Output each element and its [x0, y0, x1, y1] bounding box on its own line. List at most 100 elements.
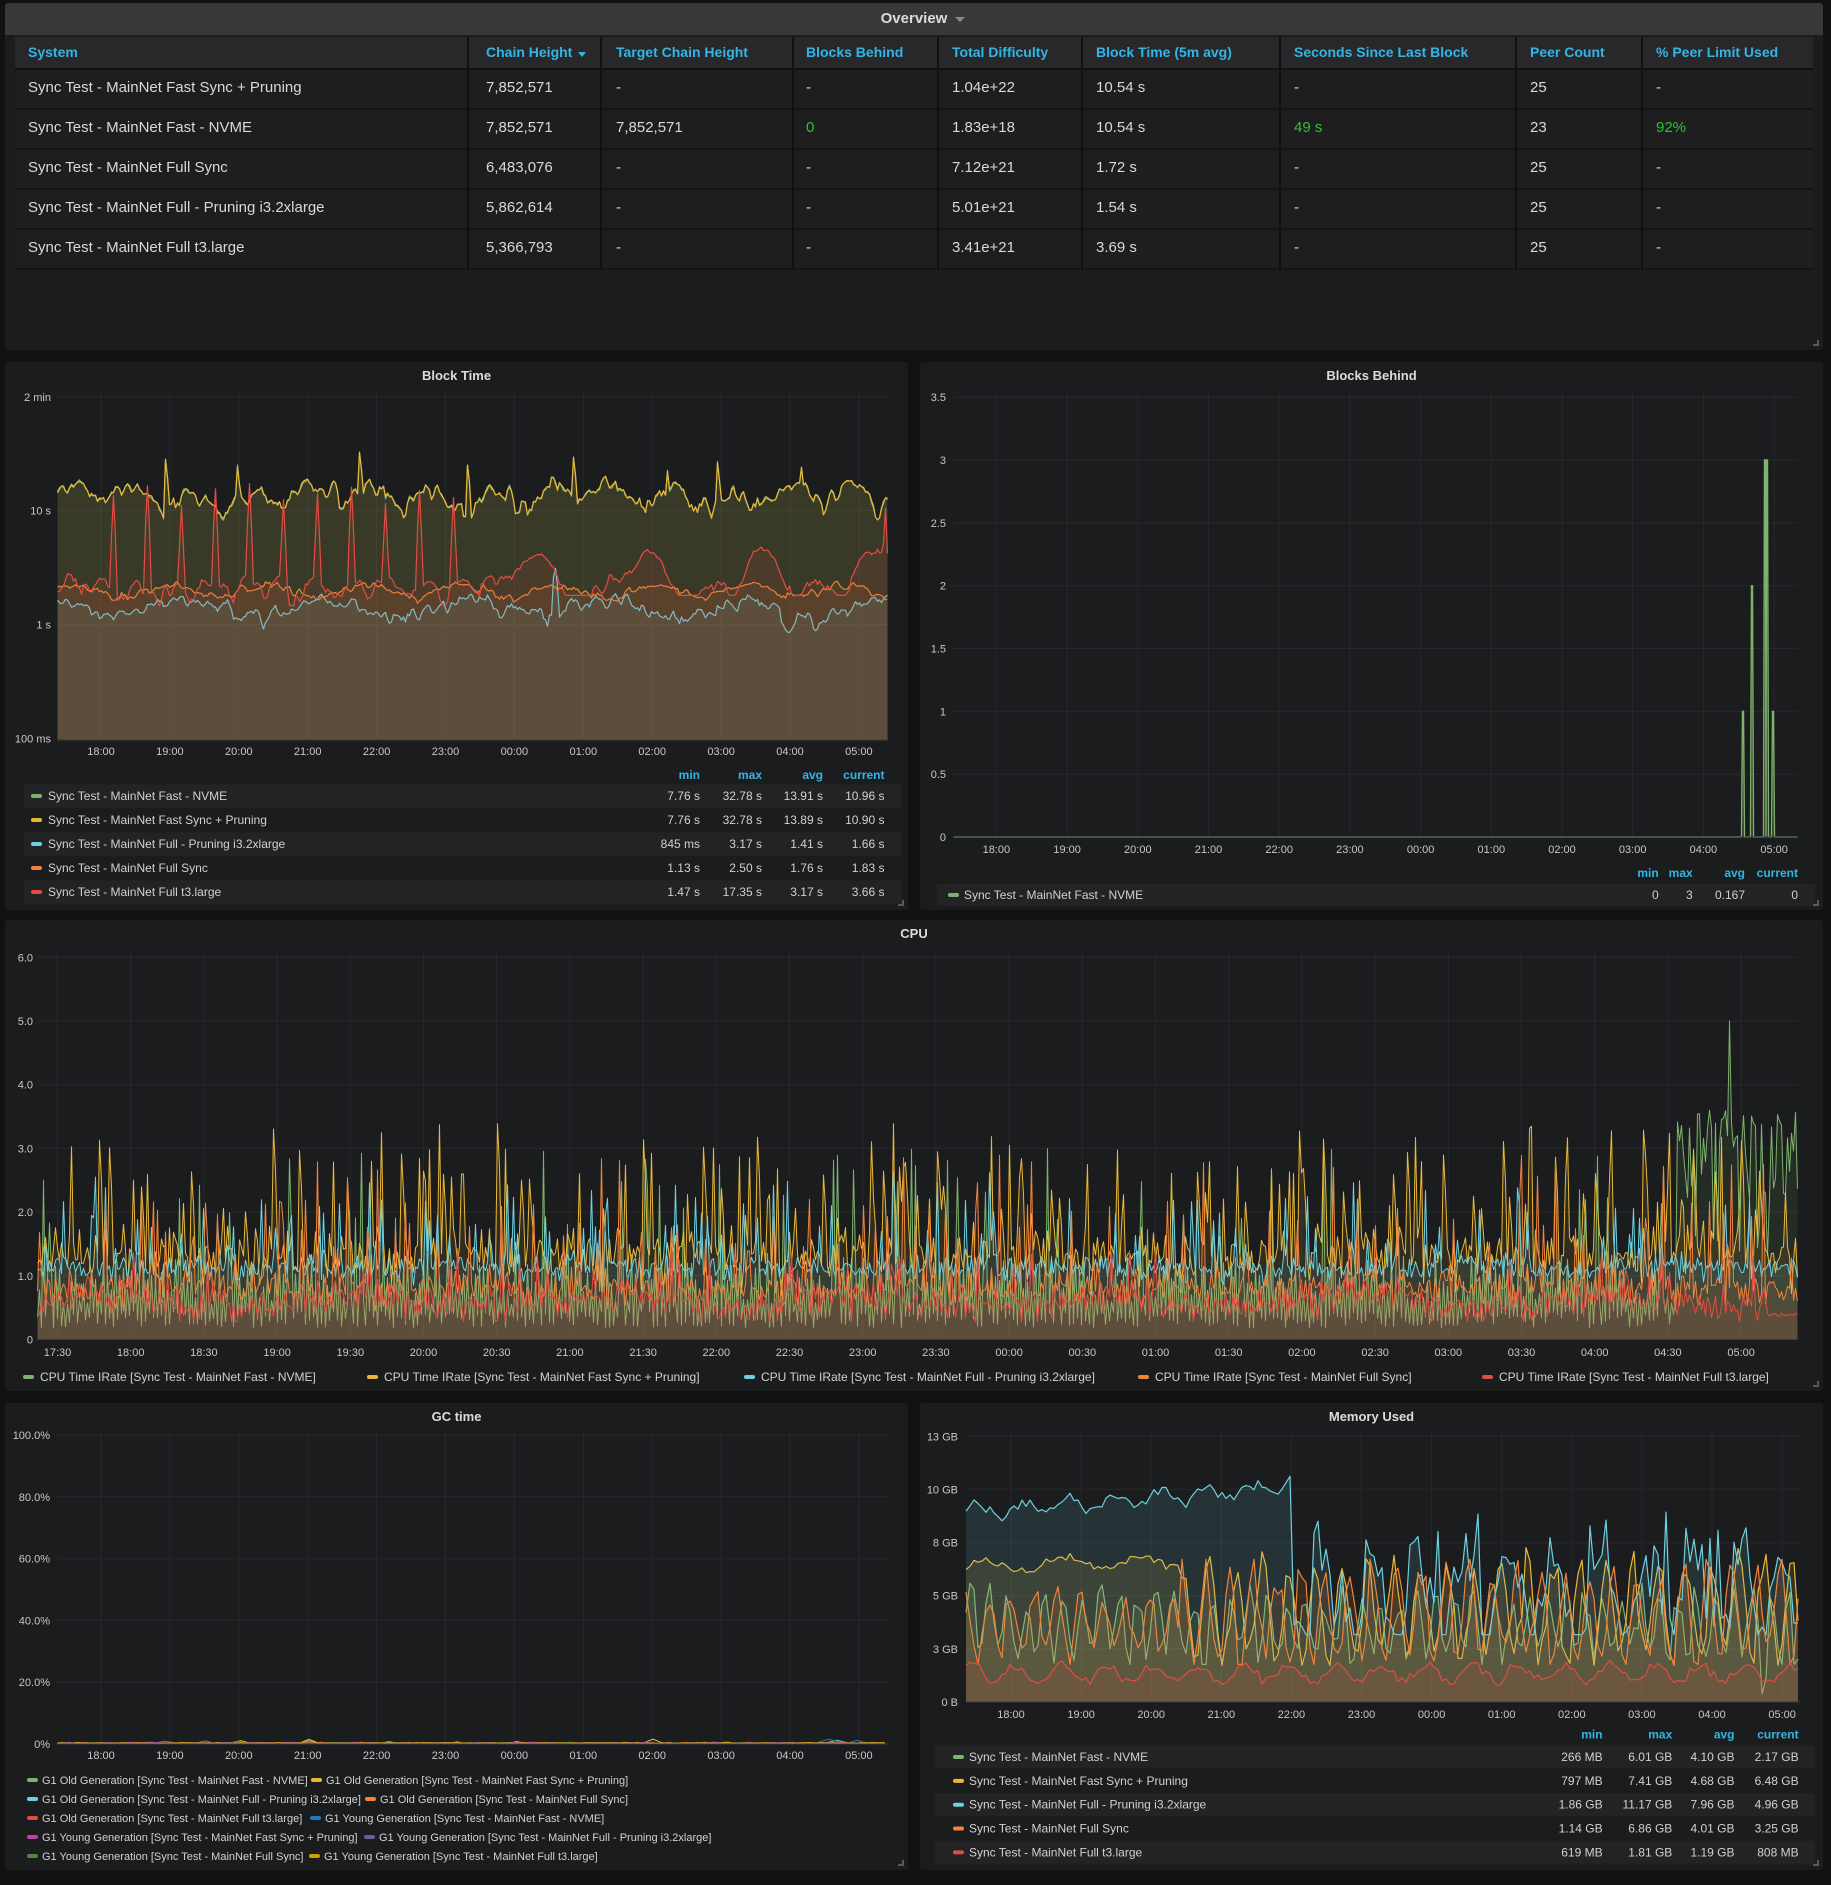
svg-text:0: 0: [1791, 888, 1798, 902]
svg-text:CPU Time IRate [Sync Test - Ma: CPU Time IRate [Sync Test - MainNet Fast…: [40, 1370, 316, 1384]
svg-text:G1 Old Generation [Sync Test -: G1 Old Generation [Sync Test - MainNet F…: [326, 1775, 628, 1787]
svg-text:10.90 s: 10.90 s: [845, 813, 884, 827]
svg-text:23:00: 23:00: [1336, 844, 1364, 856]
svg-text:G1 Young Generation [Sync Test: G1 Young Generation [Sync Test - MainNet…: [42, 1832, 358, 1844]
svg-text:0: 0: [1652, 888, 1659, 902]
svg-text:02:00: 02:00: [1548, 844, 1576, 856]
svg-text:Memory Used: Memory Used: [1329, 1409, 1414, 1424]
svg-text:7.41 GB: 7.41 GB: [1628, 1774, 1672, 1788]
svg-text:02:00: 02:00: [638, 1750, 666, 1762]
svg-text:20:00: 20:00: [1137, 1709, 1165, 1721]
svg-text:05:00: 05:00: [845, 746, 873, 758]
svg-text:00:00: 00:00: [995, 1347, 1023, 1359]
svg-text:3.25 GB: 3.25 GB: [1755, 1822, 1799, 1836]
svg-text:avg: avg: [802, 768, 823, 782]
svg-text:1.19 GB: 1.19 GB: [1690, 1845, 1734, 1859]
svg-text:Sync Test - MainNet Fast - NVM: Sync Test - MainNet Fast - NVME: [48, 789, 227, 803]
svg-text:5 GB: 5 GB: [933, 1591, 958, 1603]
svg-text:04:30: 04:30: [1654, 1347, 1682, 1359]
svg-text:22:00: 22:00: [1278, 1709, 1306, 1721]
svg-text:3.17 s: 3.17 s: [790, 885, 823, 899]
svg-text:3.0: 3.0: [18, 1143, 33, 1155]
svg-text:4.10 GB: 4.10 GB: [1690, 1750, 1734, 1764]
svg-text:13.91 s: 13.91 s: [784, 789, 823, 803]
svg-text:1.86 GB: 1.86 GB: [1559, 1798, 1603, 1812]
svg-text:19:00: 19:00: [156, 1750, 184, 1762]
svg-text:7.76 s: 7.76 s: [667, 789, 700, 803]
svg-text:2.5: 2.5: [931, 518, 946, 530]
svg-text:22:00: 22:00: [703, 1347, 731, 1359]
svg-text:1.5: 1.5: [931, 644, 946, 656]
svg-text:1.83 s: 1.83 s: [852, 861, 885, 875]
svg-text:21:00: 21:00: [1208, 1709, 1236, 1721]
svg-text:max: max: [1648, 1728, 1672, 1742]
svg-text:40.0%: 40.0%: [19, 1615, 50, 1627]
svg-text:6.86 GB: 6.86 GB: [1628, 1822, 1672, 1836]
svg-text:22:00: 22:00: [1265, 844, 1293, 856]
svg-text:20:00: 20:00: [1124, 844, 1152, 856]
svg-text:808 MB: 808 MB: [1757, 1845, 1798, 1859]
svg-text:GC time: GC time: [432, 1409, 482, 1424]
svg-text:1.0: 1.0: [18, 1271, 33, 1283]
svg-text:20:00: 20:00: [225, 1750, 253, 1762]
svg-text:04:00: 04:00: [776, 746, 804, 758]
svg-text:00:00: 00:00: [501, 746, 529, 758]
svg-text:G1 Old Generation [Sync Test -: G1 Old Generation [Sync Test - MainNet F…: [380, 1794, 628, 1806]
svg-text:21:30: 21:30: [629, 1347, 657, 1359]
svg-text:13 GB: 13 GB: [927, 1431, 958, 1443]
svg-text:19:30: 19:30: [337, 1347, 365, 1359]
svg-text:21:00: 21:00: [556, 1347, 584, 1359]
svg-text:03:30: 03:30: [1508, 1347, 1536, 1359]
svg-text:05:00: 05:00: [1768, 1709, 1796, 1721]
svg-text:05:00: 05:00: [1760, 844, 1788, 856]
svg-text:00:30: 00:30: [1069, 1347, 1097, 1359]
svg-text:2: 2: [940, 581, 946, 593]
svg-text:CPU Time IRate [Sync Test - Ma: CPU Time IRate [Sync Test - MainNet Full…: [1155, 1370, 1412, 1384]
svg-text:Sync Test - MainNet Fast - NVM: Sync Test - MainNet Fast - NVME: [969, 1750, 1148, 1764]
svg-text:03:00: 03:00: [1628, 1709, 1656, 1721]
svg-text:619 MB: 619 MB: [1561, 1845, 1602, 1859]
svg-text:266 MB: 266 MB: [1561, 1750, 1602, 1764]
svg-text:03:00: 03:00: [707, 1750, 735, 1762]
svg-text:80.0%: 80.0%: [19, 1492, 50, 1504]
svg-text:0%: 0%: [34, 1739, 50, 1751]
svg-text:02:30: 02:30: [1361, 1347, 1389, 1359]
svg-text:100.0%: 100.0%: [13, 1430, 51, 1442]
svg-text:20:00: 20:00: [225, 746, 253, 758]
svg-text:20:00: 20:00: [410, 1347, 438, 1359]
svg-text:1.47 s: 1.47 s: [667, 885, 700, 899]
svg-text:1.81 GB: 1.81 GB: [1628, 1845, 1672, 1859]
svg-text:18:00: 18:00: [997, 1709, 1025, 1721]
svg-text:6.48 GB: 6.48 GB: [1755, 1774, 1799, 1788]
svg-text:23:00: 23:00: [849, 1347, 877, 1359]
svg-text:04:00: 04:00: [1690, 844, 1718, 856]
svg-text:1.13 s: 1.13 s: [667, 861, 700, 875]
svg-text:3: 3: [940, 455, 946, 467]
svg-text:3 GB: 3 GB: [933, 1644, 958, 1656]
svg-text:10.96 s: 10.96 s: [845, 789, 884, 803]
svg-text:G1 Old Generation [Sync Test -: G1 Old Generation [Sync Test - MainNet F…: [42, 1794, 361, 1806]
svg-text:18:30: 18:30: [190, 1347, 218, 1359]
svg-text:8 GB: 8 GB: [933, 1538, 958, 1550]
svg-text:G1 Old Generation [Sync Test -: G1 Old Generation [Sync Test - MainNet F…: [42, 1813, 302, 1825]
svg-text:22:00: 22:00: [363, 1750, 391, 1762]
svg-text:19:00: 19:00: [1053, 844, 1081, 856]
svg-text:3.5: 3.5: [931, 392, 946, 404]
svg-text:22:00: 22:00: [363, 746, 391, 758]
svg-text:2.50 s: 2.50 s: [729, 861, 762, 875]
svg-text:23:30: 23:30: [922, 1347, 950, 1359]
svg-text:00:00: 00:00: [1418, 1709, 1446, 1721]
svg-text:845 ms: 845 ms: [661, 837, 700, 851]
svg-text:1.41 s: 1.41 s: [790, 837, 823, 851]
svg-text:0.167: 0.167: [1715, 888, 1745, 902]
svg-text:04:00: 04:00: [1698, 1709, 1726, 1721]
svg-text:Sync Test - MainNet Full t3.la: Sync Test - MainNet Full t3.large: [969, 1845, 1143, 1859]
svg-text:21:00: 21:00: [294, 1750, 322, 1762]
svg-text:CPU: CPU: [900, 926, 927, 941]
svg-text:19:00: 19:00: [1067, 1709, 1095, 1721]
svg-text:avg: avg: [1724, 866, 1745, 880]
svg-text:0: 0: [27, 1335, 33, 1347]
svg-text:3.17 s: 3.17 s: [729, 837, 762, 851]
svg-text:CPU Time IRate [Sync Test - Ma: CPU Time IRate [Sync Test - MainNet Full…: [761, 1370, 1095, 1384]
svg-text:4.96 GB: 4.96 GB: [1755, 1798, 1799, 1812]
